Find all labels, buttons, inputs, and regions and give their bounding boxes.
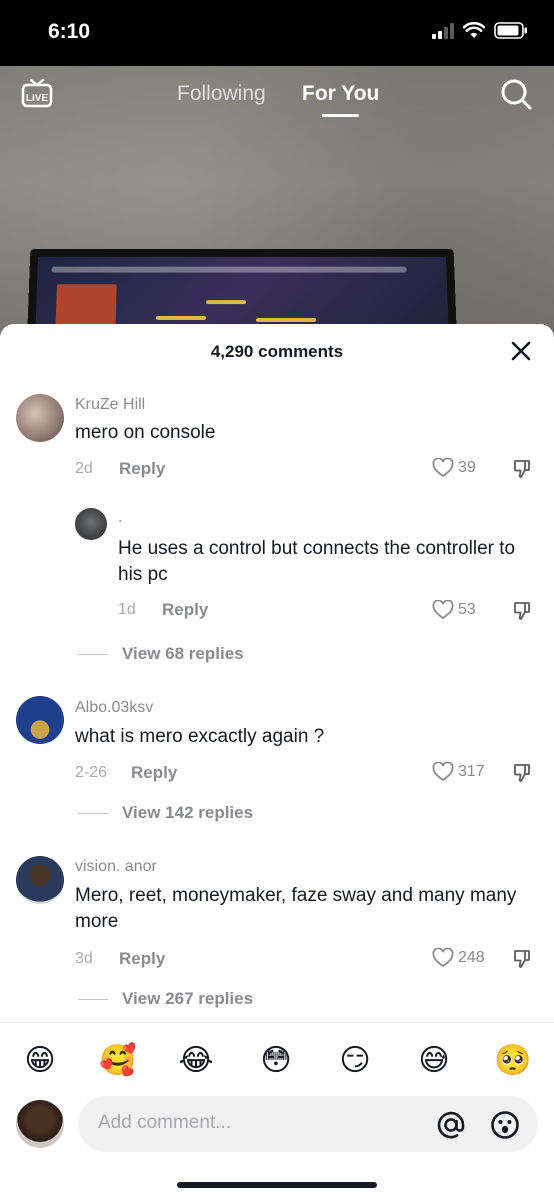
tab-for-you[interactable]: For You [302,82,379,106]
like-count: 39 [458,459,476,476]
avatar[interactable] [16,856,64,904]
dislike-icon[interactable] [512,763,532,783]
comment-username[interactable]: Albo.03ksv [75,699,153,717]
like-button[interactable]: 248 [432,948,485,968]
view-replies-button[interactable]: View 267 replies [78,989,253,1009]
heart-icon [432,600,454,620]
emoji-grin[interactable]: 😁 [20,1041,60,1081]
dislike-icon[interactable] [512,459,532,479]
emoji-picker-icon[interactable] [490,1110,520,1140]
comments-panel: 4,290 comments KruZe Hill mero on consol… [0,324,554,1200]
like-count: 248 [458,949,485,966]
view-replies-label: View 142 replies [122,803,254,822]
heart-icon [432,762,454,782]
mention-icon[interactable] [436,1110,466,1140]
view-replies-label: View 68 replies [122,644,244,663]
comment-text: mero on console [75,422,216,443]
emoji-tears-of-joy[interactable]: 😂 [176,1041,216,1081]
comment-date: 1d [118,601,136,618]
comments-count-title: 4,290 comments [210,342,344,361]
reply-button[interactable]: Reply [131,763,177,783]
comment-input[interactable]: Add comment... [78,1096,538,1152]
status-bar: 6:10 [0,0,554,66]
cellular-signal-icon [432,22,454,39]
live-icon[interactable]: LIVE [21,78,53,108]
comment-text: He uses a control but connects the contr… [118,538,516,585]
heart-icon [432,458,454,478]
reply-button[interactable]: Reply [119,949,165,969]
home-indicator [177,1182,377,1188]
comment-date: 2-26 [75,764,108,781]
like-button[interactable]: 39 [432,458,476,478]
close-icon[interactable] [510,340,532,362]
emoji-sweat-smile[interactable]: 😅 [414,1041,454,1081]
avatar[interactable] [16,696,64,744]
dislike-icon[interactable] [512,601,532,621]
emoji-flushed[interactable]: 😳 [256,1041,296,1081]
wifi-icon [463,22,485,38]
heart-icon [432,948,454,968]
comment-username[interactable]: vision. anor [75,858,157,876]
view-replies-label: View 267 replies [122,989,254,1008]
top-nav: LIVE Following For You [0,66,554,122]
comment-text: what is mero excactly again ? [75,726,325,747]
like-button[interactable]: 53 [432,600,476,620]
comment-input-placeholder: Add comment... [98,1112,232,1133]
comment-date: 3d [75,950,93,967]
reply-button[interactable]: Reply [119,459,165,479]
battery-icon [494,22,527,39]
live-label: LIVE [26,93,49,104]
emoji-bar: 😁 🥰 😂 😳 😏 😅 🥺 [0,1022,554,1094]
like-count: 317 [458,763,485,780]
tab-active-indicator [322,114,359,117]
comment-input-row: Add comment... [0,1094,554,1170]
view-replies-button[interactable]: View 142 replies [78,803,253,823]
emoji-smiling-hearts[interactable]: 🥰 [98,1041,138,1081]
view-replies-button[interactable]: View 68 replies [78,644,244,664]
avatar[interactable] [75,508,107,540]
comment-username[interactable]: KruZe Hill [75,396,145,414]
like-count: 53 [458,601,476,618]
emoji-smirk[interactable]: 😏 [335,1041,375,1081]
avatar [16,1100,64,1148]
comment-username[interactable]: . [118,509,122,527]
emoji-pleading[interactable]: 🥺 [493,1041,533,1081]
tab-following[interactable]: Following [177,82,266,106]
reply-button[interactable]: Reply [162,600,208,620]
comment-date: 2d [75,460,93,477]
like-button[interactable]: 317 [432,762,485,782]
status-icons [432,22,528,39]
dislike-icon[interactable] [512,949,532,969]
status-time: 6:10 [48,20,91,43]
comment-text: Mero, reet, moneymaker, faze sway and ma… [75,885,517,932]
avatar[interactable] [16,394,64,442]
search-icon[interactable] [500,78,532,110]
